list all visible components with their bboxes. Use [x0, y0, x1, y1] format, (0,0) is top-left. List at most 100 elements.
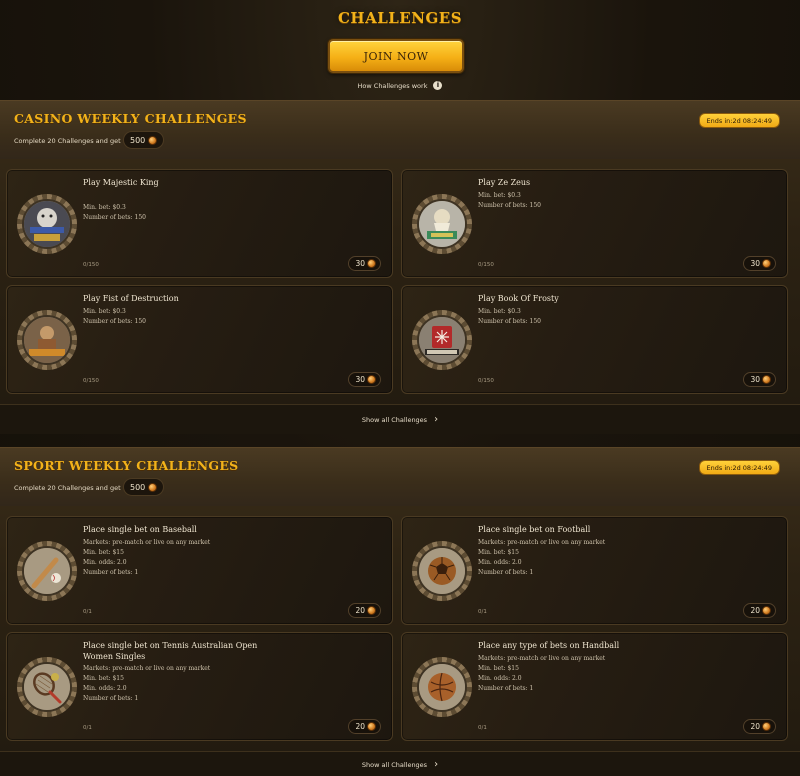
sport-show-all-link[interactable]: Show all Challenges › — [0, 751, 800, 776]
challenge-title: Place single bet on Football — [478, 525, 591, 534]
challenge-details: Min. bet: $0.3 Number of bets: 150 — [83, 307, 323, 327]
casino-section-subtitle: Complete 20 Challenges and get — [14, 137, 121, 145]
challenge-card-fist-of-destruction[interactable]: Play Fist of Destruction Min. bet: $0.3 … — [6, 285, 393, 394]
bottle-cap-frame — [17, 541, 77, 601]
handball-icon — [417, 662, 467, 712]
bottle-cap-frame — [412, 657, 472, 717]
detail-line: Min. bet: $15 — [478, 665, 519, 672]
challenge-reward-badge: 20 — [743, 719, 776, 734]
casino-section-header: CASINO WEEKLY CHALLENGES Complete 20 Cha… — [0, 101, 800, 159]
coin-icon — [367, 375, 376, 384]
detail-line: Number of bets: 1 — [478, 569, 534, 576]
challenge-progress: 0/1 — [478, 609, 487, 615]
sport-section-subtitle: Complete 20 Challenges and get — [14, 484, 121, 492]
challenge-details: Markets: pre-match or live on any market… — [478, 654, 718, 694]
coin-icon — [148, 482, 158, 492]
detail-line: Number of bets: 1 — [83, 569, 139, 576]
challenge-card-majestic-king[interactable]: Play Majestic King Min. bet: $0.3 Number… — [6, 169, 393, 278]
sport-total-reward-value: 500 — [130, 482, 146, 492]
info-icon: i — [433, 81, 443, 90]
challenge-title: Play Ze Zeus — [478, 178, 531, 187]
detail-line: Number of bets: 150 — [478, 318, 541, 325]
detail-line: Number of bets: 150 — [478, 202, 541, 209]
coin-icon — [367, 259, 376, 268]
reward-value: 30 — [750, 375, 760, 384]
reward-value: 20 — [750, 722, 760, 731]
detail-line: Markets: pre-match or live on any market — [83, 665, 211, 672]
challenge-details: Markets: pre-match or live on any market… — [83, 538, 323, 578]
detail-line: Min. bet: $15 — [83, 675, 124, 682]
sport-section-header: SPORT WEEKLY CHALLENGES Complete 20 Chal… — [0, 448, 800, 506]
challenge-details: Min. bet: $0.3 Number of bets: 150 — [478, 307, 718, 327]
challenge-progress: 0/150 — [478, 378, 494, 384]
detail-line: Min. bet: $15 — [83, 549, 124, 556]
detail-line: Number of bets: 1 — [83, 695, 139, 702]
reward-value: 20 — [750, 606, 760, 615]
page-header: CHALLENGES JOIN NOW How Challenges work … — [0, 0, 800, 100]
baseball-icon — [22, 546, 72, 596]
coin-icon — [762, 259, 771, 268]
sport-cards-grid: Place single bet on Baseball Markets: pr… — [6, 516, 795, 741]
coin-icon — [148, 135, 158, 145]
bottle-cap-frame — [17, 194, 77, 254]
challenge-card-football[interactable]: Place single bet on Football Markets: pr… — [401, 516, 788, 625]
detail-line: Min. bet: $15 — [478, 549, 519, 556]
detail-line: Min. bet: $0.3 — [478, 308, 521, 315]
sport-section-title: SPORT WEEKLY CHALLENGES — [14, 458, 239, 473]
challenge-progress: 0/1 — [478, 725, 487, 731]
challenge-card-handball[interactable]: Place any type of bets on Handball Marke… — [401, 632, 788, 741]
detail-line: Min. odds: 2.0 — [478, 559, 522, 566]
show-all-label: Show all Challenges — [361, 415, 428, 424]
show-all-label: Show all Challenges — [361, 760, 428, 769]
challenge-progress: 0/150 — [478, 262, 494, 268]
tennis-icon — [22, 662, 72, 712]
bottle-cap-frame — [412, 194, 472, 254]
challenge-title: Play Fist of Destruction — [83, 294, 179, 303]
challenge-card-tennis[interactable]: Place single bet on Tennis Australian Op… — [6, 632, 393, 741]
coin-icon — [762, 375, 771, 384]
ze-zeus-icon — [417, 199, 467, 249]
detail-line: Number of bets: 150 — [83, 318, 146, 325]
casino-total-reward-value: 500 — [130, 135, 146, 145]
challenge-reward-badge: 30 — [743, 256, 776, 271]
coin-icon — [367, 722, 376, 731]
detail-line: Number of bets: 150 — [83, 214, 146, 221]
casino-total-reward-badge: 500 — [123, 131, 165, 149]
casino-ends-timer: Ends in:2d 08:24:49 — [698, 113, 780, 128]
fist-of-destruction-icon — [22, 315, 72, 365]
challenge-title: Play Majestic King — [83, 178, 159, 187]
reward-value: 20 — [355, 722, 365, 731]
challenge-title: Place any type of bets on Handball — [478, 641, 620, 650]
sport-challenges-section: SPORT WEEKLY CHALLENGES Complete 20 Chal… — [0, 447, 800, 776]
casino-show-all-link[interactable]: Show all Challenges › — [0, 404, 800, 434]
reward-value: 20 — [355, 606, 365, 615]
challenge-progress: 0/1 — [83, 725, 92, 731]
challenge-card-baseball[interactable]: Place single bet on Baseball Markets: pr… — [6, 516, 393, 625]
challenge-progress: 0/150 — [83, 262, 99, 268]
challenge-details: Min. bet: $0.3 Number of bets: 150 — [83, 203, 323, 223]
join-now-button[interactable]: JOIN NOW — [328, 39, 464, 73]
detail-line: Min. bet: $0.3 — [83, 308, 126, 315]
casino-section-title: CASINO WEEKLY CHALLENGES — [14, 111, 247, 126]
majestic-king-icon — [22, 199, 72, 249]
bottle-cap-frame — [412, 310, 472, 370]
challenge-reward-badge: 20 — [348, 719, 381, 734]
challenge-card-book-of-frosty[interactable]: Play Book Of Frosty Min. bet: $0.3 Numbe… — [401, 285, 788, 394]
challenge-details: Markets: pre-match or live on any market… — [478, 538, 718, 578]
challenge-card-ze-zeus[interactable]: Play Ze Zeus Min. bet: $0.3 Number of be… — [401, 169, 788, 278]
bottle-cap-frame — [412, 541, 472, 601]
casino-cards-grid: Play Majestic King Min. bet: $0.3 Number… — [6, 169, 795, 394]
reward-value: 30 — [355, 375, 365, 384]
football-icon — [417, 546, 467, 596]
book-of-frosty-icon — [417, 315, 467, 365]
how-challenges-work-link[interactable]: How Challenges work i — [0, 81, 800, 90]
page-title: CHALLENGES — [337, 9, 463, 27]
chevron-right-icon: › — [434, 414, 439, 425]
reward-value: 30 — [750, 259, 760, 268]
challenge-progress: 0/1 — [83, 609, 92, 615]
detail-line: Markets: pre-match or live on any market — [478, 655, 606, 662]
casino-challenges-section: CASINO WEEKLY CHALLENGES Complete 20 Cha… — [0, 100, 800, 434]
detail-line: Min. odds: 2.0 — [83, 559, 127, 566]
challenge-reward-badge: 30 — [743, 372, 776, 387]
challenge-details: Min. bet: $0.3 Number of bets: 150 — [478, 191, 718, 211]
